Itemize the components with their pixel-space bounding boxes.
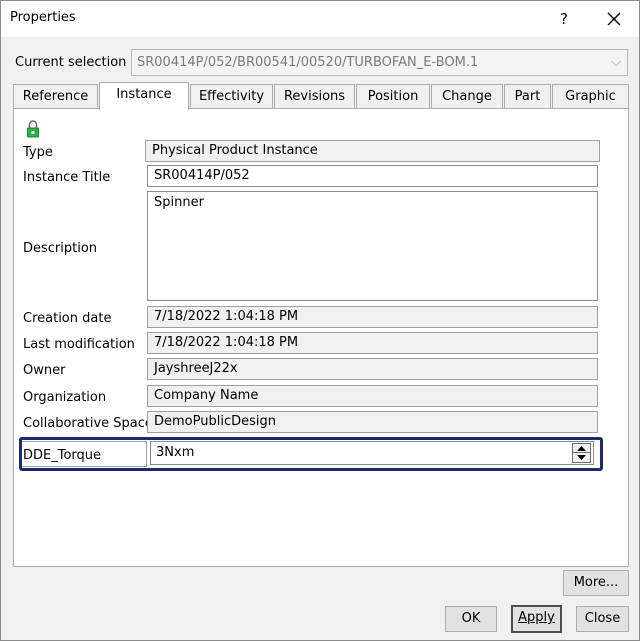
collaborative-space-field: DemoPublicDesign (147, 411, 598, 433)
organization-label: Organization (23, 390, 107, 405)
more-button[interactable]: More... (563, 570, 629, 596)
properties-dialog: Properties ? Current selection : SR00414… (0, 0, 640, 641)
type-field: Physical Product Instance (145, 140, 600, 162)
close-window-button[interactable] (591, 1, 637, 37)
creation-date-field: 7/18/2022 1:04:18 PM (147, 306, 598, 328)
last-modification-label: Last modification (23, 337, 135, 352)
chevron-down-icon[interactable]: ⌵ (605, 50, 627, 75)
tab-change[interactable]: Change (431, 84, 503, 109)
apply-button-label: Apply (518, 610, 555, 625)
owner-label: Owner (23, 363, 66, 378)
ok-button[interactable]: OK (445, 606, 497, 632)
collaborative-space-label: Collaborative Space (23, 416, 153, 431)
current-selection-combo[interactable]: SR00414P/052/BR00541/00520/TURBOFAN_E-BO… (131, 49, 628, 76)
creation-date-label: Creation date (23, 311, 112, 326)
description-textarea[interactable]: Spinner (147, 191, 598, 301)
lock-icon (27, 120, 39, 138)
dde-torque-highlight (19, 437, 603, 471)
owner-field: JayshreeJ22x (147, 358, 598, 380)
type-label: Type (23, 145, 53, 160)
window-title: Properties (10, 10, 76, 25)
tab-reference[interactable]: Reference (13, 84, 98, 109)
tab-part[interactable]: Part (504, 84, 551, 109)
instance-title-input[interactable]: SR00414P/052 (147, 165, 598, 187)
tab-instance[interactable]: Instance (99, 82, 189, 110)
last-modification-field: 7/18/2022 1:04:18 PM (147, 332, 598, 354)
apply-button[interactable]: Apply (511, 605, 562, 633)
instance-title-label: Instance Title (23, 170, 111, 185)
close-icon (607, 12, 621, 26)
tab-graphic[interactable]: Graphic (552, 84, 629, 109)
title-bar: Properties ? (1, 1, 639, 37)
current-selection-label: Current selection : (15, 55, 135, 70)
close-button[interactable]: Close (576, 606, 629, 632)
help-icon: ? (560, 10, 568, 28)
tab-strip: Reference Instance Effectivity Revisions… (13, 82, 633, 110)
description-label: Description (23, 241, 98, 256)
current-selection-value: SR00414P/052/BR00541/00520/TURBOFAN_E-BO… (137, 55, 479, 70)
tab-position[interactable]: Position (356, 84, 430, 109)
tab-effectivity[interactable]: Effectivity (190, 84, 273, 109)
tab-revisions[interactable]: Revisions (274, 84, 355, 109)
help-button[interactable]: ? (541, 1, 587, 37)
organization-field: Company Name (147, 385, 598, 407)
